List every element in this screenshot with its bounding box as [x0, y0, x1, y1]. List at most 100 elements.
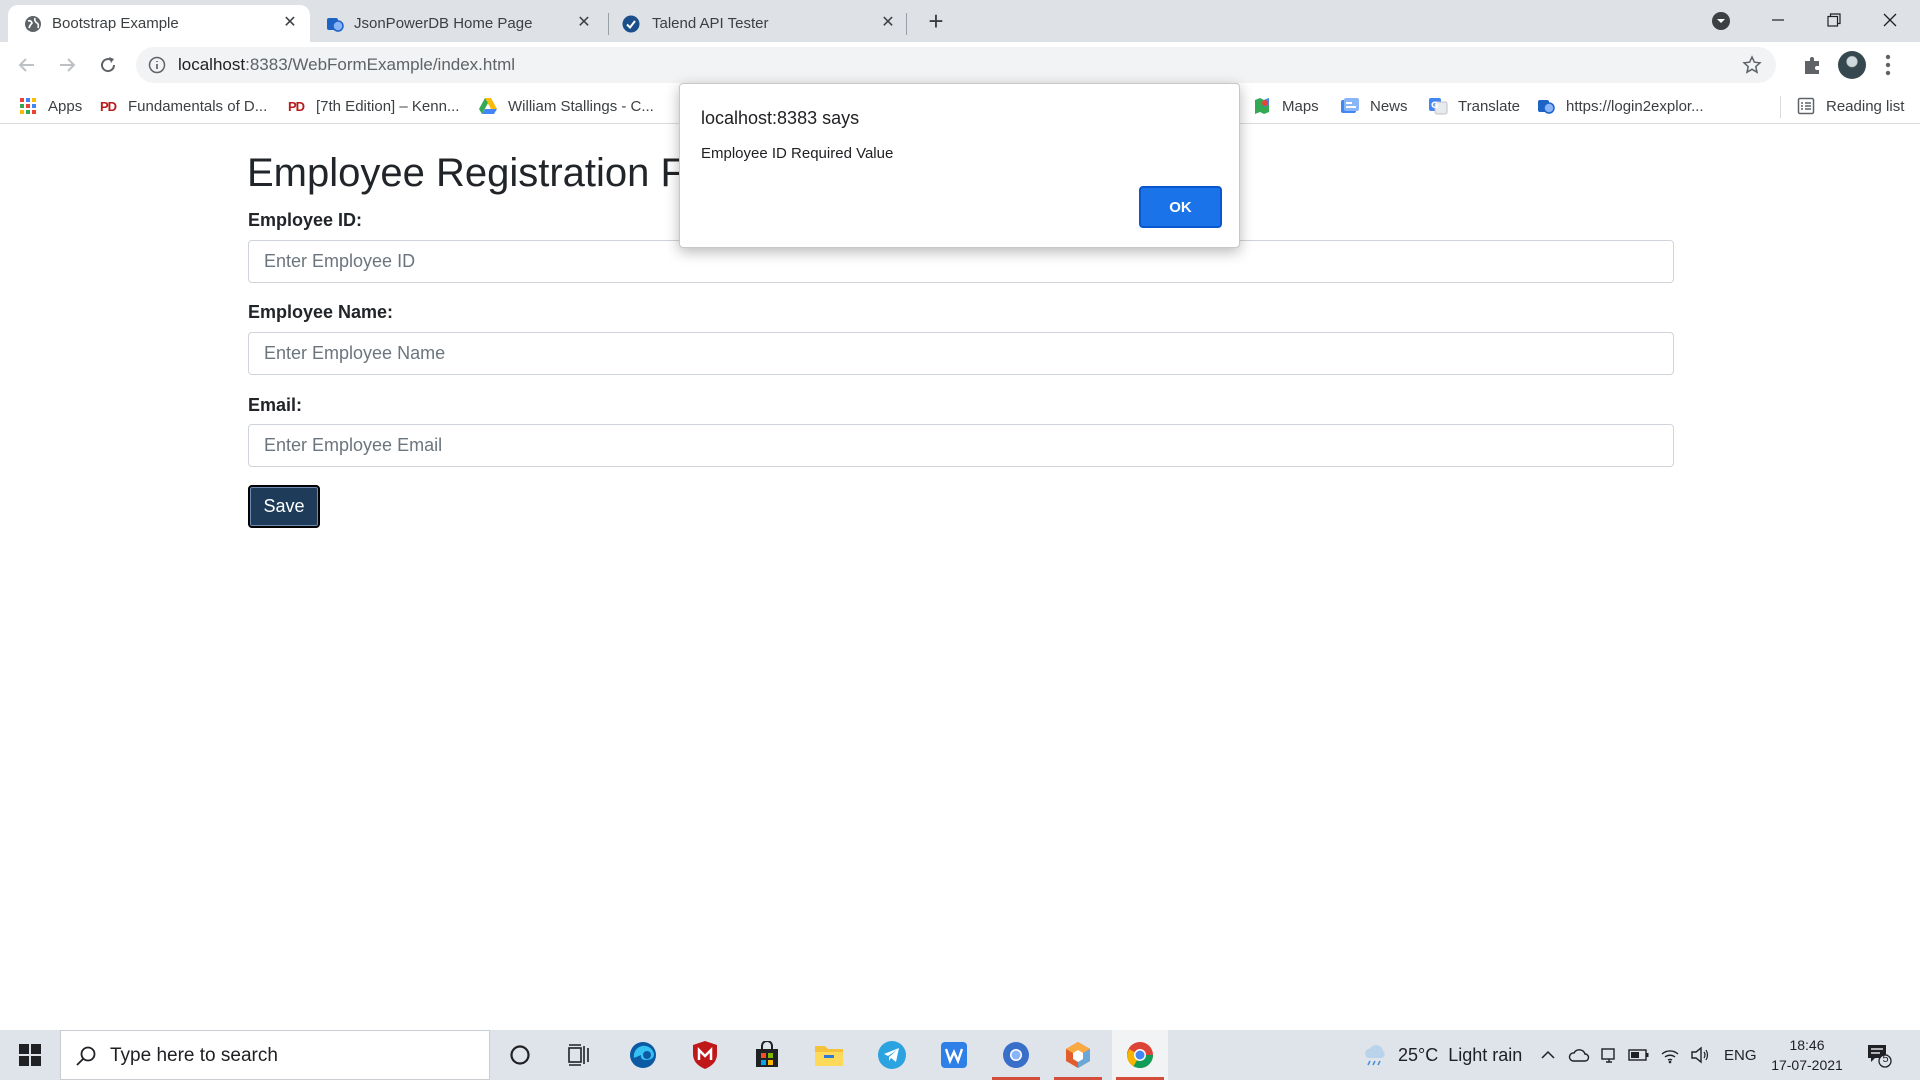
- pdf-icon: PD: [287, 98, 305, 114]
- taskbar-chrome-blue[interactable]: [988, 1030, 1044, 1080]
- task-view-button[interactable]: [552, 1030, 608, 1080]
- tab-title: Bootstrap Example: [52, 15, 179, 32]
- pdf-icon: PD: [99, 98, 117, 114]
- notification-count: 5: [1882, 1053, 1889, 1065]
- svg-text:G: G: [1431, 101, 1438, 111]
- bookmarks-divider: [1780, 96, 1781, 118]
- new-tab-button[interactable]: +: [922, 8, 950, 36]
- bookmark-label: Maps: [1282, 97, 1319, 115]
- weather-widget[interactable]: 25°C Light rain: [1362, 1030, 1522, 1080]
- jsonpowerdb-icon: [1538, 100, 1555, 114]
- browser-toolbar: localhost:8383/WebFormExample/index.html: [0, 42, 1920, 88]
- bookmark-star-icon[interactable]: [1742, 55, 1762, 75]
- bookmark-maps[interactable]: Maps: [1252, 95, 1319, 117]
- forward-button[interactable]: [52, 50, 82, 80]
- dialog-title: localhost:8383 says: [701, 108, 860, 128]
- wifi-icon[interactable]: [1660, 1046, 1680, 1064]
- bookmark-label: [7th Edition] – Kenn...: [316, 97, 460, 115]
- google-drive-icon: [479, 98, 497, 114]
- minimize-button[interactable]: [1750, 0, 1806, 40]
- search-icon: [76, 1046, 96, 1066]
- onedrive-cloud-icon[interactable]: [1568, 1047, 1590, 1063]
- taskbar-edge[interactable]: [615, 1030, 671, 1080]
- ok-button[interactable]: OK: [1139, 186, 1222, 228]
- chrome-blue-icon: [1003, 1042, 1029, 1068]
- writer-w-icon: [941, 1042, 967, 1068]
- windows-logo-icon: [19, 1044, 41, 1066]
- employee-name-label: Employee Name:: [248, 302, 394, 322]
- taskbar-clock[interactable]: 18:46 17-07-2021: [1766, 1035, 1848, 1075]
- meet-now-icon[interactable]: [1600, 1046, 1618, 1064]
- employee-name-input[interactable]: [248, 332, 1674, 375]
- bookmark-7th-edition[interactable]: PD [7th Edition] – Kenn...: [286, 95, 459, 117]
- arrow-right-icon: [60, 58, 76, 72]
- bookmark-news[interactable]: News: [1340, 95, 1408, 117]
- more-menu-icon[interactable]: [1884, 52, 1892, 78]
- globe-icon: [25, 16, 41, 32]
- reading-list[interactable]: Reading list: [1796, 95, 1904, 117]
- mcafee-shield-icon: [693, 1041, 717, 1069]
- employee-id-label: Employee ID:: [248, 210, 363, 230]
- action-center-button[interactable]: 5: [1866, 1042, 1892, 1068]
- reload-button[interactable]: [93, 50, 123, 80]
- email-label: Email:: [248, 395, 303, 415]
- close-window-button[interactable]: [1862, 0, 1918, 40]
- bookmark-william-stallings[interactable]: William Stallings - C...: [478, 95, 654, 117]
- tab-jsonpowerdb[interactable]: JsonPowerDB Home Page ✕: [310, 5, 604, 42]
- bookmark-translate[interactable]: G Translate: [1428, 95, 1520, 117]
- url-text[interactable]: localhost:8383/WebFormExample/index.html: [178, 55, 515, 75]
- rain-cloud-icon: [1365, 1044, 1385, 1066]
- tab-search-icon[interactable]: [1710, 10, 1732, 32]
- cortana-button[interactable]: [492, 1030, 548, 1080]
- close-tab-icon[interactable]: ✕: [878, 13, 898, 33]
- edge-icon: [630, 1042, 656, 1068]
- close-icon: [1883, 13, 1897, 27]
- weather-condition: Light rain: [1448, 1044, 1523, 1065]
- bookmark-apps[interactable]: Apps: [18, 95, 82, 117]
- restore-button[interactable]: [1806, 0, 1862, 40]
- page-viewport: Employee Registration Fo Employee ID: Em…: [0, 125, 1920, 1030]
- language-indicator[interactable]: ENG: [1724, 1047, 1757, 1064]
- windows-taskbar: Type here to search 25°C Light rain ENG …: [0, 1030, 1920, 1080]
- store-bag-icon: [756, 1041, 778, 1067]
- info-icon[interactable]: [148, 56, 166, 74]
- email-input[interactable]: [248, 424, 1674, 467]
- url-host: localhost: [178, 55, 246, 74]
- chevron-up-icon[interactable]: [1540, 1047, 1556, 1063]
- tab-talend-api-tester[interactable]: Talend API Tester ✕: [610, 5, 908, 42]
- battery-icon[interactable]: [1628, 1048, 1650, 1062]
- start-button[interactable]: [0, 1030, 60, 1080]
- taskbar-chrome[interactable]: [1112, 1030, 1168, 1080]
- dialog-message: Employee ID Required Value: [701, 145, 894, 162]
- folder-icon: [815, 1046, 843, 1066]
- tab-divider: [608, 13, 609, 35]
- news-icon: [1341, 98, 1359, 113]
- bookmark-label: William Stallings - C...: [508, 97, 654, 115]
- taskbar-wps-writer[interactable]: [926, 1030, 982, 1080]
- search-placeholder: Type here to search: [110, 1045, 278, 1066]
- volume-icon[interactable]: [1690, 1046, 1710, 1064]
- close-tab-icon[interactable]: ✕: [280, 13, 300, 33]
- close-tab-icon[interactable]: ✕: [574, 13, 594, 33]
- taskbar-netbeans[interactable]: [1050, 1030, 1106, 1080]
- bookmark-label: Apps: [48, 97, 83, 115]
- task-view-icon: [568, 1044, 589, 1066]
- bookmark-login2explore[interactable]: https://login2explor...: [1536, 95, 1704, 117]
- tab-bootstrap-example[interactable]: Bootstrap Example ✕: [8, 5, 310, 42]
- cortana-circle-icon: [510, 1045, 530, 1065]
- taskbar-mcafee[interactable]: [677, 1030, 733, 1080]
- apps-grid-icon: [20, 98, 36, 114]
- extensions-puzzle-icon[interactable]: [1802, 54, 1824, 76]
- address-bar[interactable]: localhost:8383/WebFormExample/index.html: [136, 47, 1776, 83]
- taskbar-search-box[interactable]: Type here to search: [60, 1030, 490, 1080]
- chrome-icon: [1126, 1042, 1154, 1069]
- taskbar-telegram[interactable]: [864, 1030, 920, 1080]
- jsonpowerdb-icon: [327, 18, 344, 32]
- profile-avatar[interactable]: [1838, 51, 1866, 79]
- minimize-icon: [1772, 19, 1784, 21]
- bookmark-fundamentals[interactable]: PD Fundamentals of D...: [98, 95, 267, 117]
- save-button[interactable]: Save: [248, 485, 320, 528]
- taskbar-file-explorer[interactable]: [801, 1030, 857, 1080]
- back-button[interactable]: [12, 50, 42, 80]
- taskbar-store[interactable]: [739, 1030, 795, 1080]
